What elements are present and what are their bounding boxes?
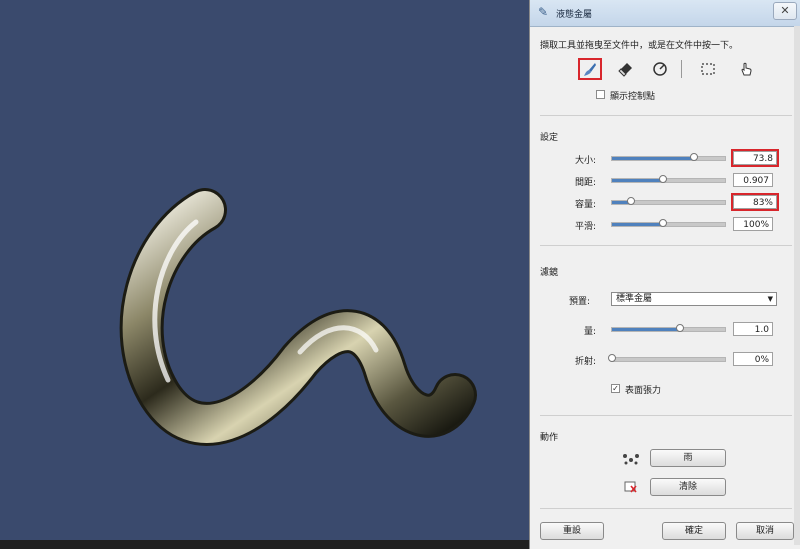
- dialog-titlebar: ✎ 液態金屬 ✕: [530, 0, 800, 27]
- toolbar-separator: [681, 60, 682, 78]
- canvas-bottom-bar: [0, 540, 530, 549]
- size-value-field[interactable]: 73.8: [731, 149, 779, 167]
- size-label: 大小:: [574, 156, 596, 166]
- cancel-button[interactable]: 取消: [736, 522, 794, 540]
- spacing-slider-knob[interactable]: [658, 175, 667, 183]
- hand-tool-button[interactable]: [734, 58, 758, 80]
- spacing-label: 間距:: [574, 178, 596, 188]
- section-divider: [540, 115, 792, 116]
- show-control-points-label: 顯示控制點: [610, 92, 656, 102]
- section-divider: [540, 415, 792, 416]
- hand-icon: [741, 62, 752, 76]
- smooth-tool-button[interactable]: [648, 58, 672, 80]
- ok-button[interactable]: 確定: [662, 522, 726, 540]
- refraction-value-field[interactable]: 0%: [733, 352, 773, 366]
- smooth-icon: [653, 62, 667, 76]
- smoothing-label: 平滑:: [574, 222, 596, 232]
- liquid-metal-dialog: ✎ 液態金屬 ✕ 擷取工具並拖曳至文件中，或是在文件中按一下。 顯示控制點 設定…: [529, 0, 800, 549]
- volume-slider-knob[interactable]: [627, 197, 636, 205]
- size-slider[interactable]: [611, 153, 726, 161]
- eraser-icon: [618, 63, 632, 77]
- preset-dropdown-value: 標準金屬: [616, 294, 653, 304]
- amount-slider[interactable]: [611, 324, 726, 332]
- chevron-down-icon: ▼: [767, 295, 773, 303]
- smoothing-slider-knob[interactable]: [658, 219, 667, 227]
- settings-section-title: 設定: [540, 133, 559, 143]
- volume-label: 容量:: [574, 200, 596, 210]
- clear-doc-icon: [624, 481, 638, 493]
- amount-value-field[interactable]: 1.0: [733, 322, 773, 336]
- liquid-metal-artwork: [119, 188, 477, 446]
- section-divider: [540, 245, 792, 246]
- eraser-tool-button[interactable]: [614, 58, 638, 80]
- clear-button[interactable]: 清除: [650, 478, 726, 496]
- marquee-tool-button[interactable]: [696, 58, 720, 80]
- filter-section-title: 濾鏡: [540, 268, 559, 278]
- surface-tension-checkbox[interactable]: ✓: [611, 384, 620, 393]
- brush-app-icon: ✎: [538, 5, 549, 19]
- surface-tension-label: 表面張力: [625, 386, 662, 396]
- size-slider-knob[interactable]: [690, 153, 699, 161]
- smoothing-slider[interactable]: [611, 219, 726, 227]
- tool-hint-text: 擷取工具並拖曳至文件中，或是在文件中按一下。: [540, 41, 739, 51]
- volume-slider[interactable]: [611, 197, 726, 205]
- spacing-slider[interactable]: [611, 175, 726, 183]
- preset-dropdown[interactable]: 標準金屬 ▼: [611, 292, 777, 306]
- marquee-icon: [701, 63, 715, 75]
- document-canvas[interactable]: [0, 0, 530, 540]
- smoothing-value-field[interactable]: 100%: [733, 217, 773, 231]
- amount-slider-knob[interactable]: [675, 324, 684, 332]
- refraction-slider-knob[interactable]: [608, 354, 616, 362]
- brush-icon: [584, 63, 596, 76]
- dialog-scrollbar[interactable]: [794, 26, 800, 545]
- rain-button[interactable]: 雨: [650, 449, 726, 467]
- section-divider: [540, 508, 792, 509]
- close-button[interactable]: ✕: [773, 2, 797, 20]
- actions-section-title: 動作: [540, 433, 559, 443]
- reset-button[interactable]: 重設: [540, 522, 604, 540]
- raindrops-icon: [622, 452, 640, 466]
- amount-label: 量:: [583, 327, 596, 337]
- dialog-title: 液態金屬: [556, 10, 593, 20]
- refraction-label: 折射:: [574, 357, 596, 367]
- spacing-value-field[interactable]: 0.907: [733, 173, 773, 187]
- show-control-points-checkbox[interactable]: [596, 90, 605, 99]
- refraction-slider[interactable]: [608, 354, 726, 362]
- volume-value-field[interactable]: 83%: [731, 193, 779, 211]
- preset-label: 預置:: [568, 297, 590, 307]
- brush-tool-button[interactable]: [578, 58, 602, 80]
